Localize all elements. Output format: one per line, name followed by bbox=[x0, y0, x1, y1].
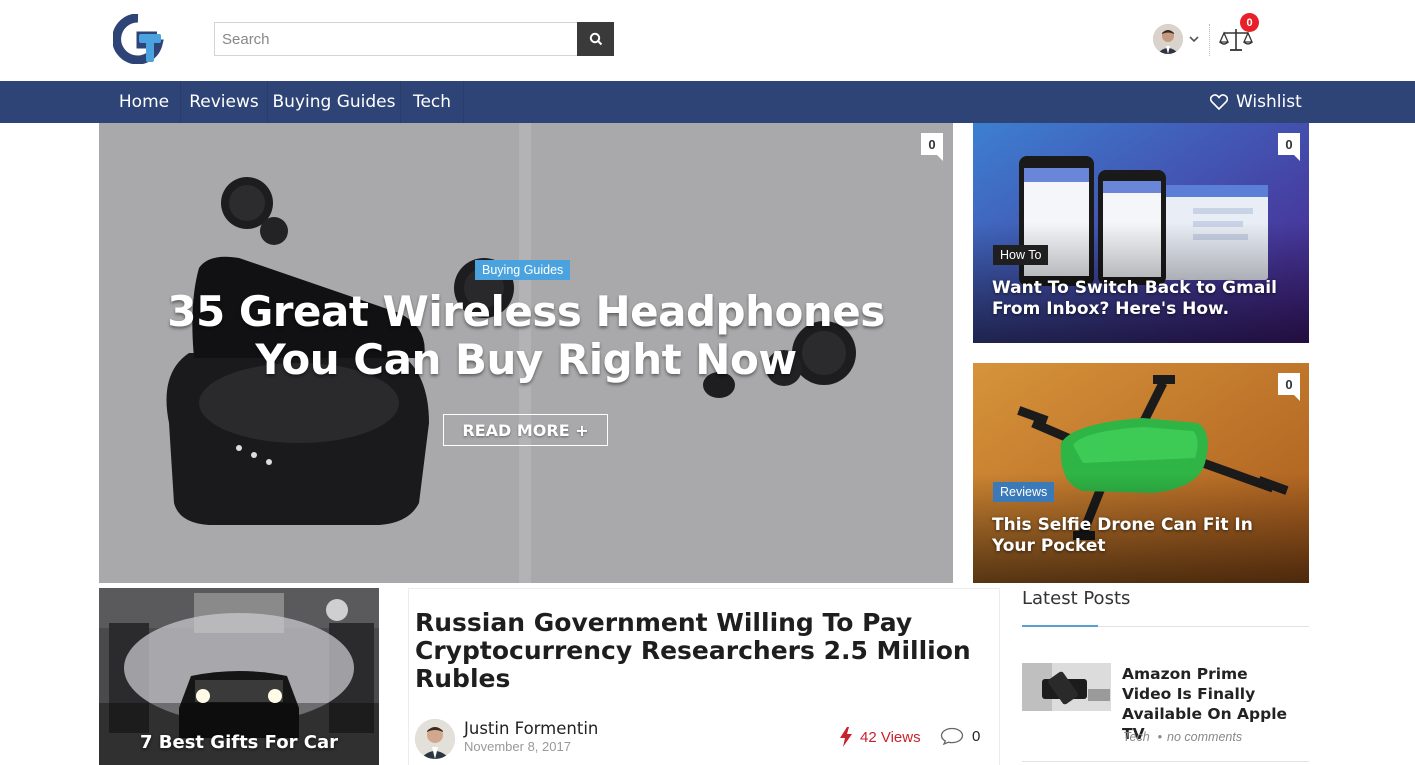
author-name[interactable]: Justin Formentin bbox=[464, 719, 598, 738]
search-bar bbox=[214, 22, 614, 56]
nav-item-tech[interactable]: Tech bbox=[401, 81, 464, 123]
post-date: November 8, 2017 bbox=[464, 739, 571, 754]
side-post-gmail-category[interactable]: How To bbox=[993, 245, 1049, 265]
read-more-button[interactable]: READ MORE + bbox=[443, 414, 608, 446]
chevron-down-icon bbox=[1189, 36, 1199, 43]
meta-separator: • bbox=[1157, 730, 1163, 744]
wishlist-label: Wishlist bbox=[1236, 92, 1302, 112]
side-post-drone-comment-count[interactable]: 0 bbox=[1278, 373, 1300, 401]
side-post-drone-title[interactable]: This Selfie Drone Can Fit In Your Pocket bbox=[992, 515, 1292, 557]
side-post-drone-category[interactable]: Reviews bbox=[993, 482, 1055, 502]
hero-featured-post[interactable]: 0 Buying Guides 35 Great Wireless Headph… bbox=[99, 123, 953, 583]
latest-posts-heading: Latest Posts bbox=[1022, 588, 1131, 609]
flash-icon bbox=[840, 727, 852, 747]
hero-title[interactable]: 35 Great Wireless Headphones You Can Buy… bbox=[139, 288, 913, 384]
author-avatar[interactable] bbox=[415, 719, 455, 759]
latest-post-separator bbox=[1022, 761, 1309, 762]
latest-post-comments[interactable]: no comments bbox=[1167, 730, 1242, 744]
latest-post-meta: Tech • no comments bbox=[1123, 730, 1242, 744]
wishlist-link[interactable]: Wishlist bbox=[1210, 81, 1302, 123]
side-post-gmail[interactable]: 0 How To Want To Switch Back to Gmail Fr… bbox=[973, 123, 1309, 343]
search-input[interactable] bbox=[214, 22, 577, 56]
user-avatar bbox=[1153, 24, 1183, 54]
header-divider bbox=[1209, 24, 1210, 56]
logo-g-icon bbox=[112, 13, 164, 65]
search-button[interactable] bbox=[577, 22, 614, 56]
side-post-drone[interactable]: 0 Reviews This Selfie Drone Can Fit In Y… bbox=[973, 363, 1309, 583]
latest-posts-accent-line bbox=[1022, 625, 1098, 627]
views-label: 42 Views bbox=[860, 728, 921, 746]
nav-item-buying-guides[interactable]: Buying Guides bbox=[268, 81, 401, 123]
site-logo[interactable] bbox=[112, 13, 165, 65]
article-comments[interactable]: 0 bbox=[940, 727, 980, 745]
article-title[interactable]: Russian Government Willing To Pay Crypto… bbox=[415, 609, 975, 693]
main-nav: Home Reviews Buying Guides Tech Wishlist bbox=[0, 81, 1415, 123]
side-post-gmail-title[interactable]: Want To Switch Back to Gmail From Inbox?… bbox=[992, 278, 1292, 320]
compare-count-badge: 0 bbox=[1240, 13, 1259, 32]
user-menu[interactable] bbox=[1153, 24, 1200, 54]
comment-icon bbox=[940, 727, 964, 745]
nav-item-reviews[interactable]: Reviews bbox=[181, 81, 268, 123]
heart-icon bbox=[1210, 94, 1228, 110]
nav-item-home[interactable]: Home bbox=[108, 81, 181, 123]
site-header: 0 bbox=[0, 0, 1415, 81]
article-card: Russian Government Willing To Pay Crypto… bbox=[408, 588, 1000, 765]
gift-post-card[interactable]: 7 Best Gifts For Car bbox=[99, 588, 379, 765]
gift-post-title[interactable]: 7 Best Gifts For Car bbox=[99, 732, 379, 753]
latest-post-thumbnail[interactable] bbox=[1022, 663, 1111, 711]
side-post-gmail-comment-count[interactable]: 0 bbox=[1278, 133, 1300, 161]
search-icon bbox=[589, 32, 602, 46]
hero-category-tag[interactable]: Buying Guides bbox=[475, 260, 571, 280]
hero-comment-count[interactable]: 0 bbox=[921, 133, 943, 161]
latest-post-category[interactable]: Tech bbox=[1123, 730, 1150, 744]
views-counter: 42 Views bbox=[839, 727, 921, 747]
article-comment-count: 0 bbox=[972, 727, 981, 745]
